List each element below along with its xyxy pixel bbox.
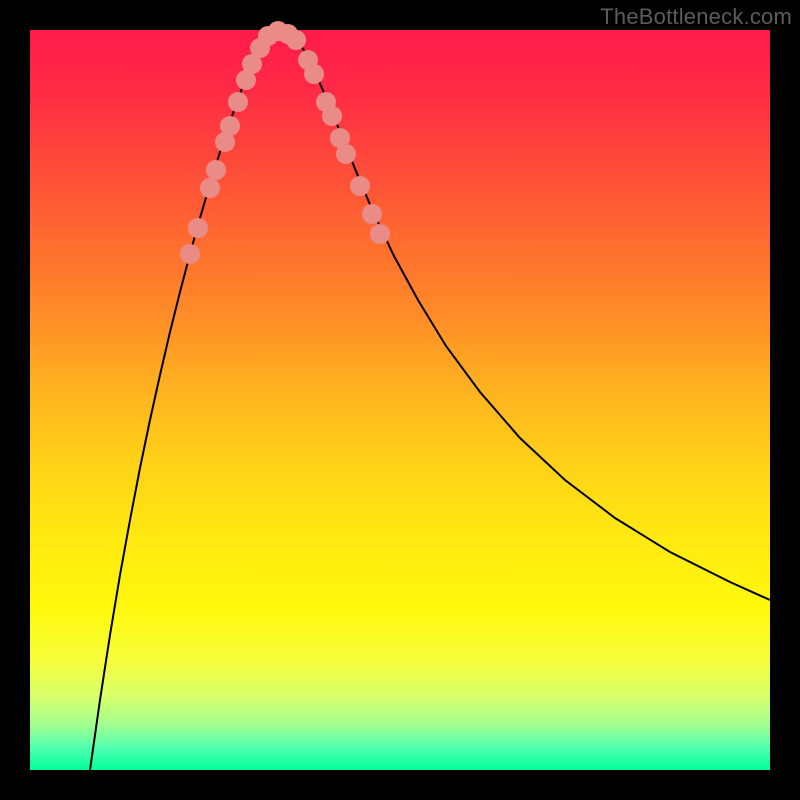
data-marker (220, 116, 240, 136)
data-marker (350, 176, 370, 196)
data-marker (228, 92, 248, 112)
data-marker (336, 144, 356, 164)
curve-right-arm (298, 40, 770, 600)
data-marker (370, 224, 390, 244)
data-marker (180, 244, 200, 264)
data-marker (362, 204, 382, 224)
data-marker (322, 106, 342, 126)
curve-left-arm (90, 40, 262, 770)
watermark-text: TheBottleneck.com (600, 4, 792, 30)
data-marker (200, 178, 220, 198)
data-marker (286, 30, 306, 50)
data-marker (206, 160, 226, 180)
chart-svg (30, 30, 770, 770)
data-marker (304, 64, 324, 84)
marker-group (180, 21, 390, 264)
data-marker (188, 218, 208, 238)
